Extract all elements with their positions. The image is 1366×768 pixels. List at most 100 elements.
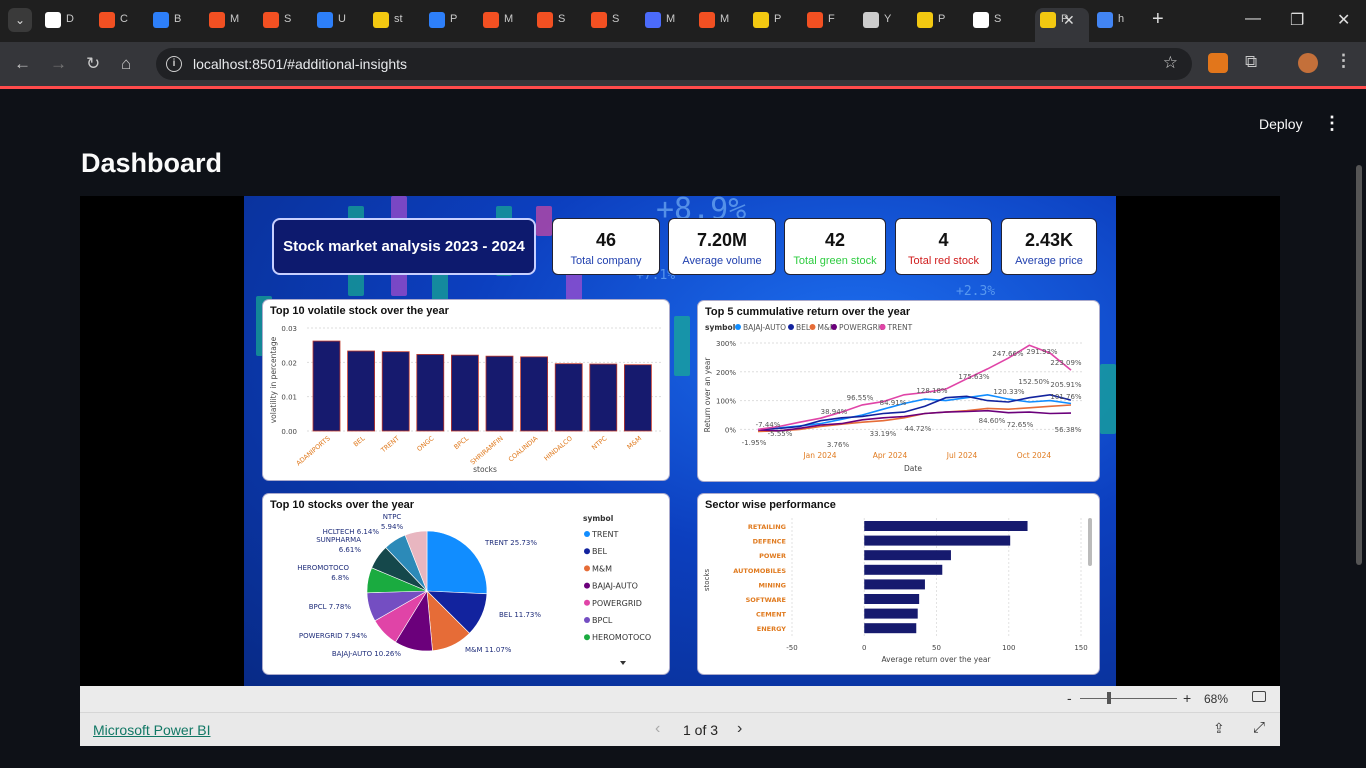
browser-tab[interactable]: S bbox=[968, 8, 1004, 34]
x-tick-label: NTPC bbox=[590, 434, 609, 452]
kpi-card[interactable]: 46 Total company bbox=[552, 218, 660, 275]
browser-menu-icon[interactable]: ⋮ bbox=[1335, 51, 1352, 71]
browser-tab[interactable]: M bbox=[478, 8, 514, 34]
x-tick-label: ADANIPORTS bbox=[295, 434, 332, 467]
kpi-card[interactable]: 42 Total green stock bbox=[784, 218, 886, 275]
slice-label-value: 6.61% bbox=[339, 546, 362, 554]
legend-marker bbox=[809, 324, 816, 330]
browser-tab[interactable]: S bbox=[586, 8, 622, 34]
legend-label: BEL bbox=[592, 547, 608, 556]
home-icon[interactable]: ⌂ bbox=[121, 54, 131, 74]
reload-icon[interactable]: ↻ bbox=[86, 54, 100, 74]
legend-label: HEROMOTOCO bbox=[592, 633, 651, 642]
kpi-card[interactable]: 7.20M Average volume bbox=[668, 218, 776, 275]
browser-tab[interactable]: st bbox=[368, 8, 404, 34]
extensions-puzzle-icon[interactable]: ⧉ bbox=[1245, 52, 1257, 72]
browser-tab[interactable]: S bbox=[258, 8, 294, 34]
browser-tab[interactable]: U bbox=[312, 8, 348, 34]
browser-tab[interactable]: D bbox=[40, 8, 76, 34]
url-input[interactable]: i localhost:8501/#additional-insights ☆ bbox=[156, 48, 1192, 80]
kpi-card[interactable]: 2.43K Average price bbox=[1001, 218, 1097, 275]
browser-tab[interactable]: S bbox=[532, 8, 568, 34]
fullscreen-icon[interactable]: ⤢ bbox=[1253, 719, 1265, 736]
share-icon[interactable]: ⇪ bbox=[1213, 720, 1225, 737]
x-tick-label: 0 bbox=[862, 644, 866, 652]
browser-tab[interactable]: P bbox=[748, 8, 784, 34]
x-tick-label: Apr 2024 bbox=[873, 451, 908, 460]
page-scrollbar[interactable] bbox=[1356, 165, 1362, 565]
y-tick-label: 0.02 bbox=[281, 359, 297, 367]
y-axis-label: stocks bbox=[703, 569, 711, 592]
slice-label: HCLTECH 6.14% bbox=[323, 528, 380, 536]
close-window-button[interactable]: ✕ bbox=[1337, 10, 1350, 30]
legend-scroll-down-icon bbox=[620, 661, 626, 665]
tab-title: U bbox=[338, 13, 346, 25]
next-page-icon[interactable]: › bbox=[737, 720, 742, 738]
main-menu-icon[interactable]: ⋮ bbox=[1323, 113, 1341, 134]
x-tick-label: Oct 2024 bbox=[1017, 451, 1052, 460]
kpi-label: Average price bbox=[1015, 255, 1083, 267]
y-tick-label: 0.01 bbox=[281, 394, 297, 402]
maximize-button[interactable]: ❐ bbox=[1290, 10, 1304, 30]
decor-candle bbox=[674, 316, 690, 376]
bookmark-star-icon[interactable]: ☆ bbox=[1163, 53, 1178, 73]
forward-icon[interactable]: → bbox=[50, 54, 67, 74]
fit-to-page-icon[interactable] bbox=[1252, 691, 1266, 702]
tab-favicon-icon bbox=[807, 12, 823, 28]
powerbi-link[interactable]: Microsoft Power BI bbox=[93, 722, 210, 738]
bar bbox=[485, 355, 514, 432]
top-stocks-pie-chart: TRENT 25.73% BEL 11.73% M&M 11.07% BAJAJ-AU… bbox=[297, 513, 651, 665]
data-label: 247.66% bbox=[992, 350, 1023, 358]
deploy-button[interactable]: Deploy bbox=[1259, 116, 1303, 132]
tab-search-button[interactable]: ⌄ bbox=[8, 8, 32, 32]
data-label: 84.60% bbox=[979, 417, 1006, 425]
browser-tab[interactable]: P bbox=[1035, 8, 1089, 42]
prev-page-icon[interactable]: ‹ bbox=[655, 720, 660, 738]
browser-tab[interactable]: Y bbox=[858, 8, 894, 34]
slice-label: BPCL 7.78% bbox=[309, 603, 352, 611]
tab-favicon-icon bbox=[645, 12, 661, 28]
zoom-out-button[interactable]: - bbox=[1067, 690, 1072, 706]
profile-avatar[interactable] bbox=[1298, 53, 1318, 73]
close-tab-icon[interactable]: ✕ bbox=[1063, 12, 1075, 29]
sector-performance-panel[interactable]: Sector wise performance -50 0 50 100 150 Aver… bbox=[698, 494, 1099, 674]
x-tick-label: TRENT bbox=[379, 434, 401, 455]
y-tick-label: 0.03 bbox=[281, 325, 297, 333]
browser-tab[interactable]: M bbox=[204, 8, 240, 34]
tab-favicon-icon bbox=[45, 12, 61, 28]
browser-tab[interactable]: M bbox=[640, 8, 676, 34]
back-icon[interactable]: ← bbox=[14, 54, 31, 74]
data-label: -1.95% bbox=[742, 439, 767, 447]
top-stocks-panel[interactable]: Top 10 stocks over the year TRENT 25.73%… bbox=[263, 494, 669, 674]
browser-tab[interactable]: h bbox=[1092, 8, 1128, 34]
tab-title: S bbox=[994, 13, 1002, 25]
x-tick-label: BPCL bbox=[452, 434, 470, 451]
zoom-slider-track[interactable] bbox=[1080, 698, 1177, 699]
zoom-slider-thumb[interactable] bbox=[1107, 692, 1111, 704]
browser-tab[interactable]: P bbox=[424, 8, 460, 34]
tab-title: P bbox=[774, 13, 782, 25]
minimize-button[interactable]: — bbox=[1245, 10, 1261, 28]
volatility-bar-chart: 0.00 0.01 0.02 0.03volatility in percentage… bbox=[269, 325, 661, 474]
slice-label: M&M 11.07% bbox=[465, 646, 512, 654]
browser-tab[interactable]: M bbox=[694, 8, 730, 34]
kpi-card[interactable]: 4 Total red stock bbox=[895, 218, 992, 275]
tab-title: S bbox=[284, 13, 292, 25]
site-info-icon[interactable]: i bbox=[166, 56, 182, 72]
metamask-extension-icon[interactable] bbox=[1208, 53, 1228, 73]
slice-label: SUNPHARMA bbox=[316, 536, 361, 544]
pie-slice bbox=[426, 530, 488, 595]
x-tick-label: 100 bbox=[1002, 644, 1015, 652]
cumulative-return-panel[interactable]: Top 5 cummulative return over the year s… bbox=[698, 301, 1099, 481]
browser-tab[interactable]: F bbox=[802, 8, 838, 34]
tab-title: st bbox=[394, 13, 403, 25]
legend-label: BEL bbox=[796, 323, 811, 332]
browser-tab[interactable]: C bbox=[94, 8, 130, 34]
volatile-stock-panel[interactable]: Top 10 volatile stock over the year 0.00… bbox=[263, 300, 669, 480]
bar bbox=[520, 356, 548, 432]
browser-tab[interactable]: P bbox=[912, 8, 948, 34]
tab-title: D bbox=[66, 13, 74, 25]
browser-tab[interactable]: B bbox=[148, 8, 184, 34]
new-tab-button[interactable]: + bbox=[1152, 8, 1164, 31]
zoom-in-button[interactable]: + bbox=[1183, 690, 1191, 706]
